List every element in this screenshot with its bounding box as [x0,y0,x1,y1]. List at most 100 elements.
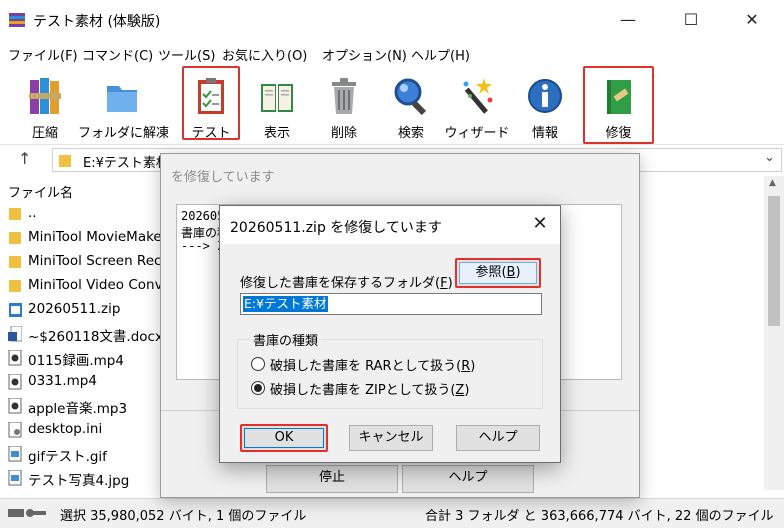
test-button[interactable]: テスト [182,66,240,141]
list-item[interactable]: MiniTool Screen Recorder [0,250,170,274]
column-header-label: ファイル名 [8,186,74,201]
cancel-button[interactable]: キャンセル [349,425,433,451]
clipboard-check-icon [198,78,224,114]
file-name: desktop.ini [28,421,103,437]
folder-up-icon [9,208,21,220]
list-item[interactable]: 0331.mp4 [0,370,170,394]
menu-bar: ファイル(F) コマンド(C) ツール(S) お気に入り(O) オプション(N)… [0,40,784,66]
list-item[interactable]: テスト写真4.jpg [0,466,170,490]
archive-type-label: 書庫の種類 [250,330,322,349]
list-item[interactable]: 20260511.zip [0,298,170,322]
log-line: 202605 [181,209,225,223]
folder-icon [9,232,21,244]
radio-rar[interactable] [251,357,265,371]
wizard-button[interactable]: ウィザード [444,70,510,141]
menu-favorites[interactable]: お気に入り(O) [222,45,307,64]
dialog-title: 20260511.zip を修復しています [230,220,442,236]
menu-file[interactable]: ファイル(F) [8,45,78,64]
magic-wand-icon [463,78,493,114]
ok-button[interactable]: OK [240,424,328,452]
status-bar: 選択 35,980,052 バイト, 1 個のファイル 合計 3 フォルダ と … [0,498,784,528]
view-button[interactable]: 表示 [244,70,310,141]
file-name: MiniTool Video Converter [28,277,170,293]
view-label: 表示 [263,126,290,141]
path-dropdown-icon[interactable]: ⌄ [764,150,775,165]
extract-button[interactable]: フォルダに解凍 [78,70,170,141]
radio-zip[interactable] [251,381,265,395]
add-button[interactable]: 圧縮 [12,70,78,141]
test-label: テスト [191,126,231,141]
repair-button[interactable]: 修復 [583,66,654,144]
stop-button[interactable]: 停止 [266,465,398,493]
repair-kit-icon [607,80,631,114]
trash-can-icon [332,78,356,114]
radio-rar-label[interactable]: 破損した書庫を RARとして扱う(R) [270,355,475,374]
drive-key-icon [8,509,46,517]
dialog-title-bar: 20260511.zip を修復しています ✕ [220,206,560,244]
repair-label: 修復 [605,126,632,141]
menu-options[interactable]: オプション(N) [322,45,407,64]
file-name: MiniTool MovieMaker [28,229,168,245]
list-item[interactable]: 0115録画.mp4 [0,346,170,370]
maximize-button[interactable]: ☐ [680,8,702,32]
file-name: 0115録画.mp4 [28,353,124,369]
list-item[interactable]: apple音楽.mp3 [0,394,170,418]
menu-help[interactable]: ヘルプ(H) [411,45,470,64]
title-bar: テスト素材 (体験版) — ☐ ✕ [0,0,784,40]
video-file-icon [8,374,22,390]
toolbar: 圧縮 フォルダに解凍 テスト 表示 削除 検索 ウィザード 情報 修復 [0,66,784,144]
list-item[interactable]: ~$260118文書.docx [0,322,170,346]
dialog-close-icon[interactable]: ✕ [528,212,552,236]
folder-small-icon [59,155,71,167]
vertical-scrollbar[interactable]: ▲ [764,176,784,490]
radio-zip-label[interactable]: 破損した書庫を ZIPとして扱う(Z) [270,379,469,398]
list-item[interactable]: MiniTool MovieMaker [0,226,170,250]
browse-button[interactable]: 参照(B) [455,258,541,288]
folder-input[interactable]: E:¥テスト素材 [240,293,542,315]
file-name: gifテスト.gif [28,449,107,465]
folder-value: E:¥テスト素材 [243,296,328,312]
find-button[interactable]: 検索 [378,70,444,141]
image-file-icon [8,446,22,462]
path-text: E:¥テスト素材 [83,156,169,171]
folder-icon [107,86,137,112]
close-button[interactable]: ✕ [741,8,763,32]
info-button[interactable]: 情報 [512,70,578,141]
file-name: 0331.mp4 [28,373,97,389]
zip-file-icon [9,303,22,317]
file-name: テスト写真4.jpg [28,473,130,489]
scroll-up-icon[interactable]: ▲ [769,178,776,188]
status-selection: 選択 35,980,052 バイト, 1 個のファイル [60,509,307,524]
status-total: 合計 3 フォルダ と 363,666,774 バイト, 22 個のファイル [425,509,774,524]
minimize-button[interactable]: — [617,8,639,32]
delete-button[interactable]: 削除 [311,70,377,141]
up-button[interactable]: ↑ [18,149,31,168]
list-item[interactable]: .. [0,202,170,226]
file-name: MiniTool Screen Recorder [28,253,170,269]
add-label: 圧縮 [31,126,58,141]
dialog-help-button[interactable]: ヘルプ [456,425,540,451]
menu-command[interactable]: コマンド(C) [82,45,153,64]
list-item[interactable]: gifテスト.gif [0,442,170,466]
video-file-icon [8,350,22,366]
image-file-icon [8,470,22,486]
menu-tools[interactable]: ツール(S) [158,45,215,64]
open-book-icon [261,84,293,112]
info-icon [528,79,562,113]
list-item[interactable]: desktop.ini [0,418,170,442]
archive-type-group [237,339,543,409]
word-document-icon [8,326,22,342]
info-label: 情報 [531,126,558,141]
file-name: 20260511.zip [28,301,121,317]
column-header-name[interactable]: ファイル名 [0,178,170,201]
winrar-app-icon [9,13,25,27]
delete-label: 削除 [330,126,357,141]
progress-help-button[interactable]: ヘルプ [402,465,534,493]
extract-label: フォルダに解凍 [78,126,170,141]
settings-file-icon [8,422,22,438]
list-item[interactable]: MiniTool Video Converter [0,274,170,298]
folder-label: 修復した書庫を保存するフォルダ(F) [240,276,453,291]
ok-label: OK [244,428,324,448]
magnifier-icon [394,78,427,116]
scroll-thumb[interactable] [768,196,780,326]
